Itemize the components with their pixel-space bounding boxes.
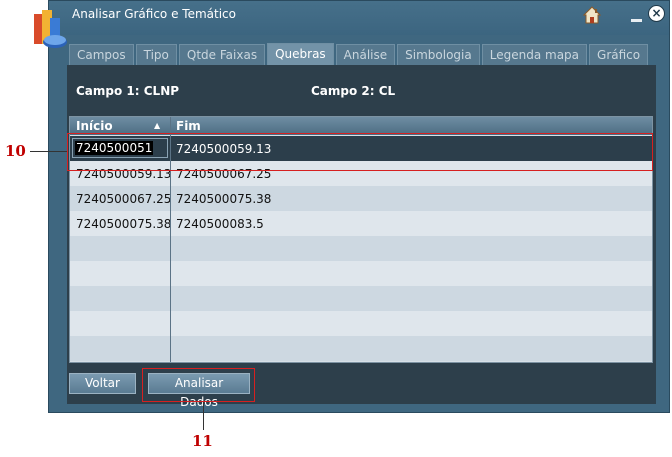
tab-quebras[interactable]: Quebras [267,43,334,66]
header-fim[interactable]: Fim [176,119,201,133]
row-marker-line [30,151,67,152]
window-title: Analisar Gráfico e Temático [72,7,236,21]
empty-row [70,261,652,286]
empty-row [70,311,652,336]
inicio-cell[interactable]: 7240500075.38 [76,217,171,231]
button-marker-label: 11 [192,432,213,450]
sort-ascending-icon[interactable]: ▲ [154,121,160,130]
title-bar: Analisar Gráfico e Temático × [49,1,669,35]
tab-qtde-faixas[interactable]: Qtde Faixas [178,44,266,65]
header-inicio[interactable]: Início [76,119,113,133]
table-row[interactable]: 7240500067.25 7240500075.38 [70,186,652,211]
app-icon [34,10,67,48]
fim-cell[interactable]: 7240500083.5 [176,217,264,231]
empty-row [70,286,652,311]
tab-grafico[interactable]: Gráfico [589,44,649,65]
table-row[interactable]: 7240500075.38 7240500083.5 [70,211,652,236]
campo1-label: Campo 1: CLNP [76,84,180,98]
tab-legenda-mapa[interactable]: Legenda mapa [481,44,588,65]
minimize-icon[interactable] [631,19,642,22]
tab-analise[interactable]: Análise [335,44,396,65]
quebras-panel: Campo 1: CLNP Campo 2: CL Início ▲ Fim 7… [67,65,656,409]
button-marker-line [203,402,204,430]
dialog-window: Analisar Gráfico e Temático × Campos Tip… [48,0,670,413]
empty-row [70,236,652,261]
fim-cell[interactable]: 7240500075.38 [176,192,271,206]
row-highlight-box [67,133,653,171]
tab-tipo[interactable]: Tipo [135,44,177,65]
row-marker-label: 10 [5,142,26,160]
tab-simbologia[interactable]: Simbologia [397,44,480,65]
back-button[interactable]: Voltar [69,373,136,394]
button-highlight-box [142,368,255,402]
home-icon[interactable] [583,6,601,24]
tab-bar: Campos Tipo Qtde Faixas Quebras Análise … [69,43,650,66]
close-icon[interactable]: × [648,5,665,22]
inicio-cell[interactable]: 7240500067.25 [76,192,171,206]
empty-row [70,336,652,361]
campo2-label: Campo 2: CL [311,84,396,98]
tab-campos[interactable]: Campos [69,44,134,65]
